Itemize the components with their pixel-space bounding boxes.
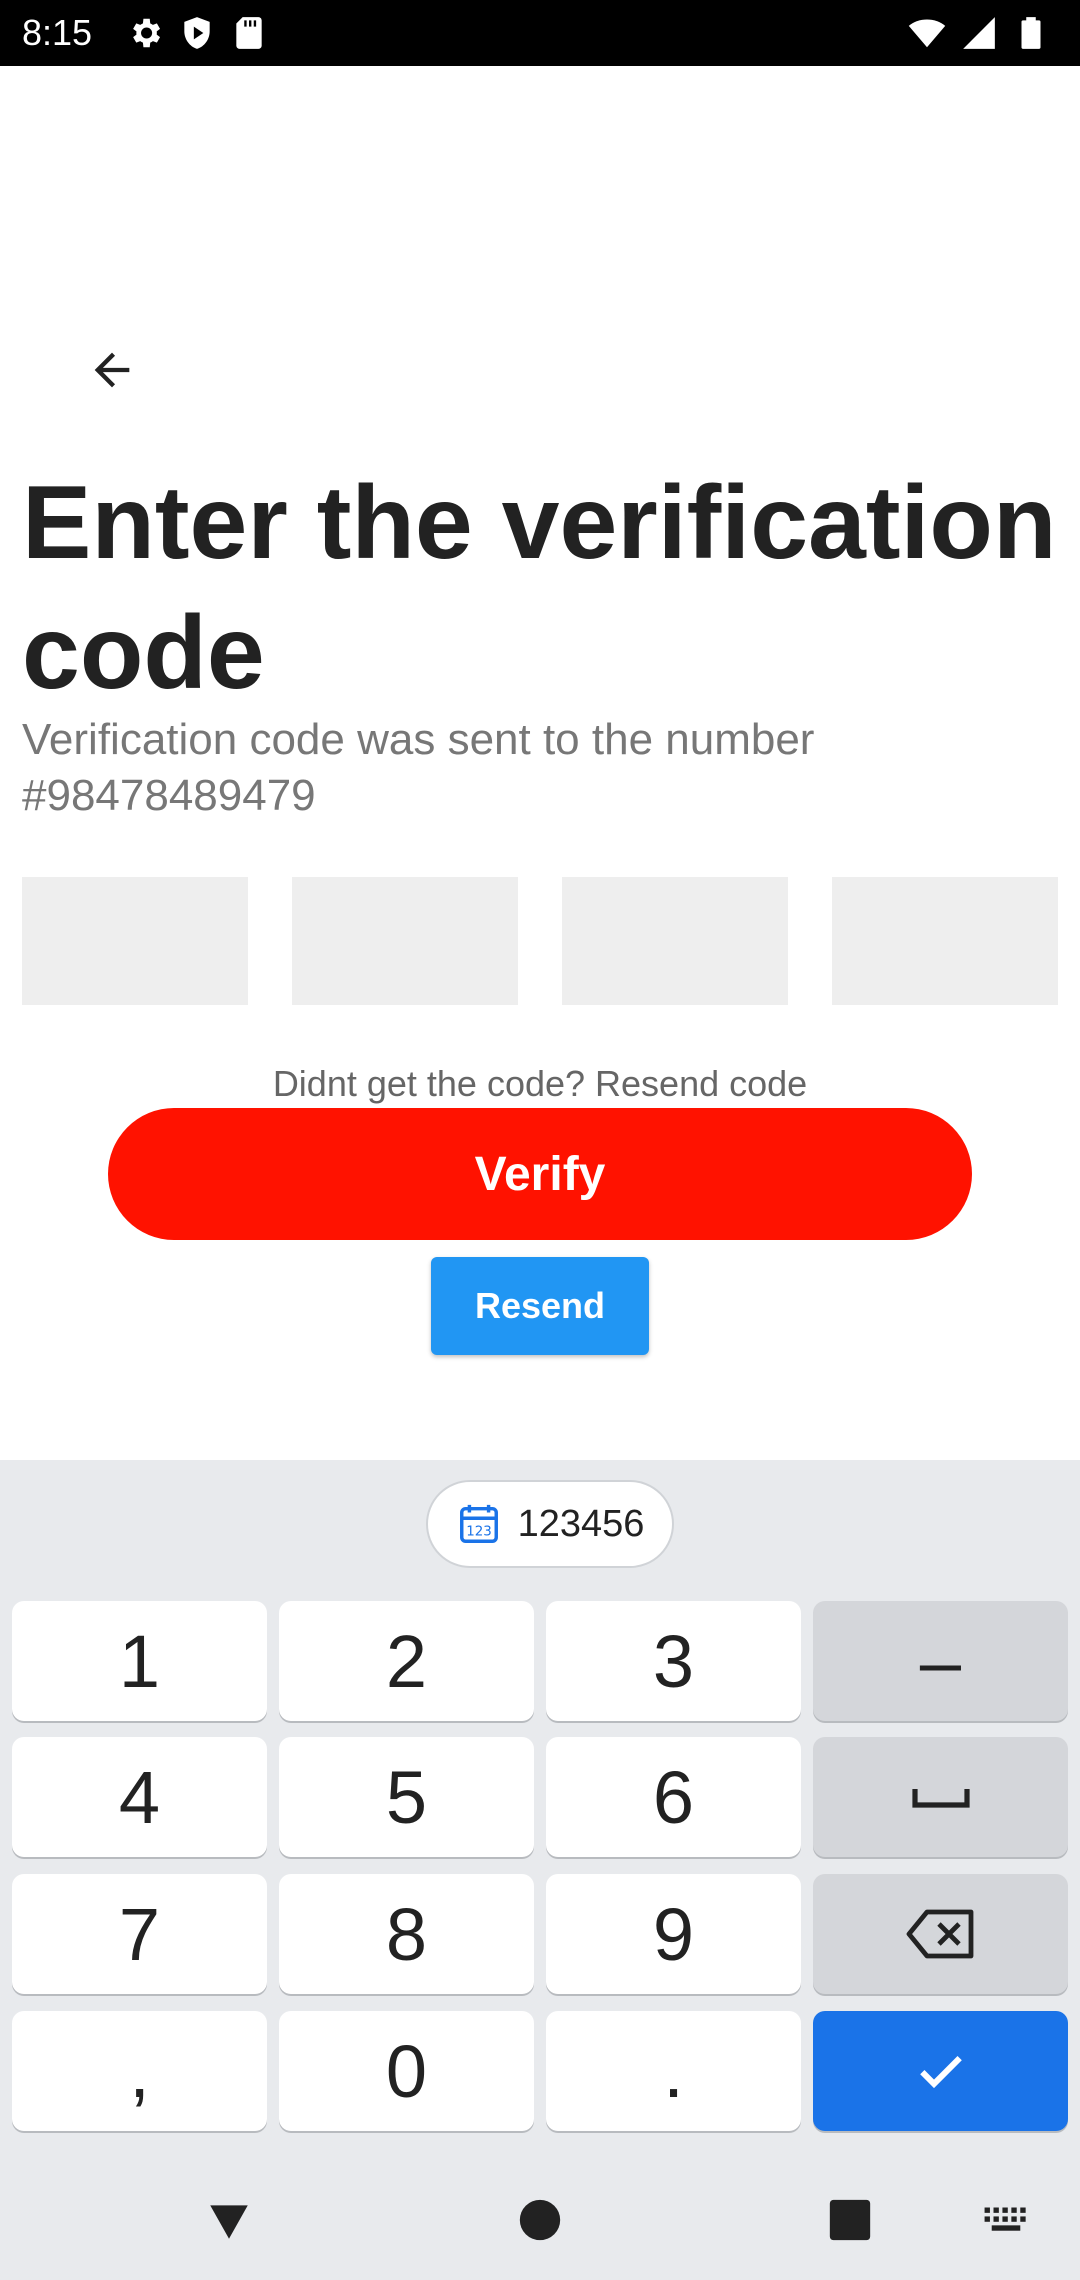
resend-prompt[interactable]: Didnt get the code? Resend code <box>0 1063 1080 1105</box>
arrow-back-icon <box>94 352 130 388</box>
nav-home-circle-icon <box>519 2199 561 2241</box>
keyboard-switch-button[interactable] <box>976 2190 1036 2250</box>
page-subtitle: Verification code was sent to the number… <box>22 715 815 820</box>
keyboard-suggestion-chip[interactable]: 123 123456 <box>426 1480 674 1568</box>
key-7[interactable]: 7 <box>12 1874 267 1994</box>
keyboard-icon <box>984 2207 1026 2231</box>
key-6[interactable]: 6 <box>546 1737 801 1857</box>
status-bar: 8:15 <box>0 0 1080 66</box>
nav-back-triangle-icon <box>210 2205 248 2239</box>
key-backspace[interactable] <box>813 1874 1068 1994</box>
shield-play-icon <box>184 17 210 49</box>
check-icon <box>919 2056 962 2089</box>
key-2[interactable]: 2 <box>279 1601 534 1721</box>
sd-card-icon <box>236 17 262 49</box>
gear-icon <box>133 18 161 48</box>
nav-back-button[interactable] <box>199 2190 259 2250</box>
otp-digit-4[interactable] <box>832 877 1058 1005</box>
key-period[interactable]: . <box>546 2011 801 2131</box>
key-space[interactable] <box>813 1737 1068 1857</box>
back-button[interactable] <box>72 330 152 410</box>
nav-recents-button[interactable] <box>820 2190 880 2250</box>
svg-text:123: 123 <box>466 1525 492 1540</box>
wifi-icon <box>908 19 946 48</box>
space-bar-icon <box>911 1789 970 1808</box>
battery-icon <box>1021 17 1041 49</box>
key-5[interactable]: 5 <box>279 1737 534 1857</box>
otp-digit-3[interactable] <box>562 877 788 1005</box>
verify-button[interactable]: Verify <box>108 1108 972 1240</box>
status-icons-left <box>126 14 268 52</box>
key-enter[interactable] <box>813 2011 1068 2131</box>
otp-digit-1[interactable] <box>22 877 248 1005</box>
key-3[interactable]: 3 <box>546 1601 801 1721</box>
calendar-numbers-icon: 123 <box>459 1504 498 1543</box>
resend-button[interactable]: Resend <box>431 1257 649 1355</box>
key-1[interactable]: 1 <box>12 1601 267 1721</box>
key-4[interactable]: 4 <box>12 1737 267 1857</box>
key-9[interactable]: 9 <box>546 1874 801 1994</box>
page-title: Enter the verification code <box>22 465 1057 711</box>
otp-digit-2[interactable] <box>292 877 518 1005</box>
status-icons-right <box>908 14 1050 52</box>
key-0[interactable]: 0 <box>279 2011 534 2131</box>
signal-icon <box>963 17 995 49</box>
nav-recents-square-icon <box>829 2199 871 2241</box>
backspace-icon <box>906 1909 973 1959</box>
otp-input-row <box>22 877 1058 1005</box>
status-time: 8:15 <box>22 12 93 53</box>
key-comma[interactable]: , <box>12 2011 267 2131</box>
key-8[interactable]: 8 <box>279 1874 534 1994</box>
suggestion-text: 123456 <box>517 1502 645 1545</box>
key-minus[interactable]: – <box>813 1601 1068 1721</box>
nav-home-button[interactable] <box>510 2190 570 2250</box>
